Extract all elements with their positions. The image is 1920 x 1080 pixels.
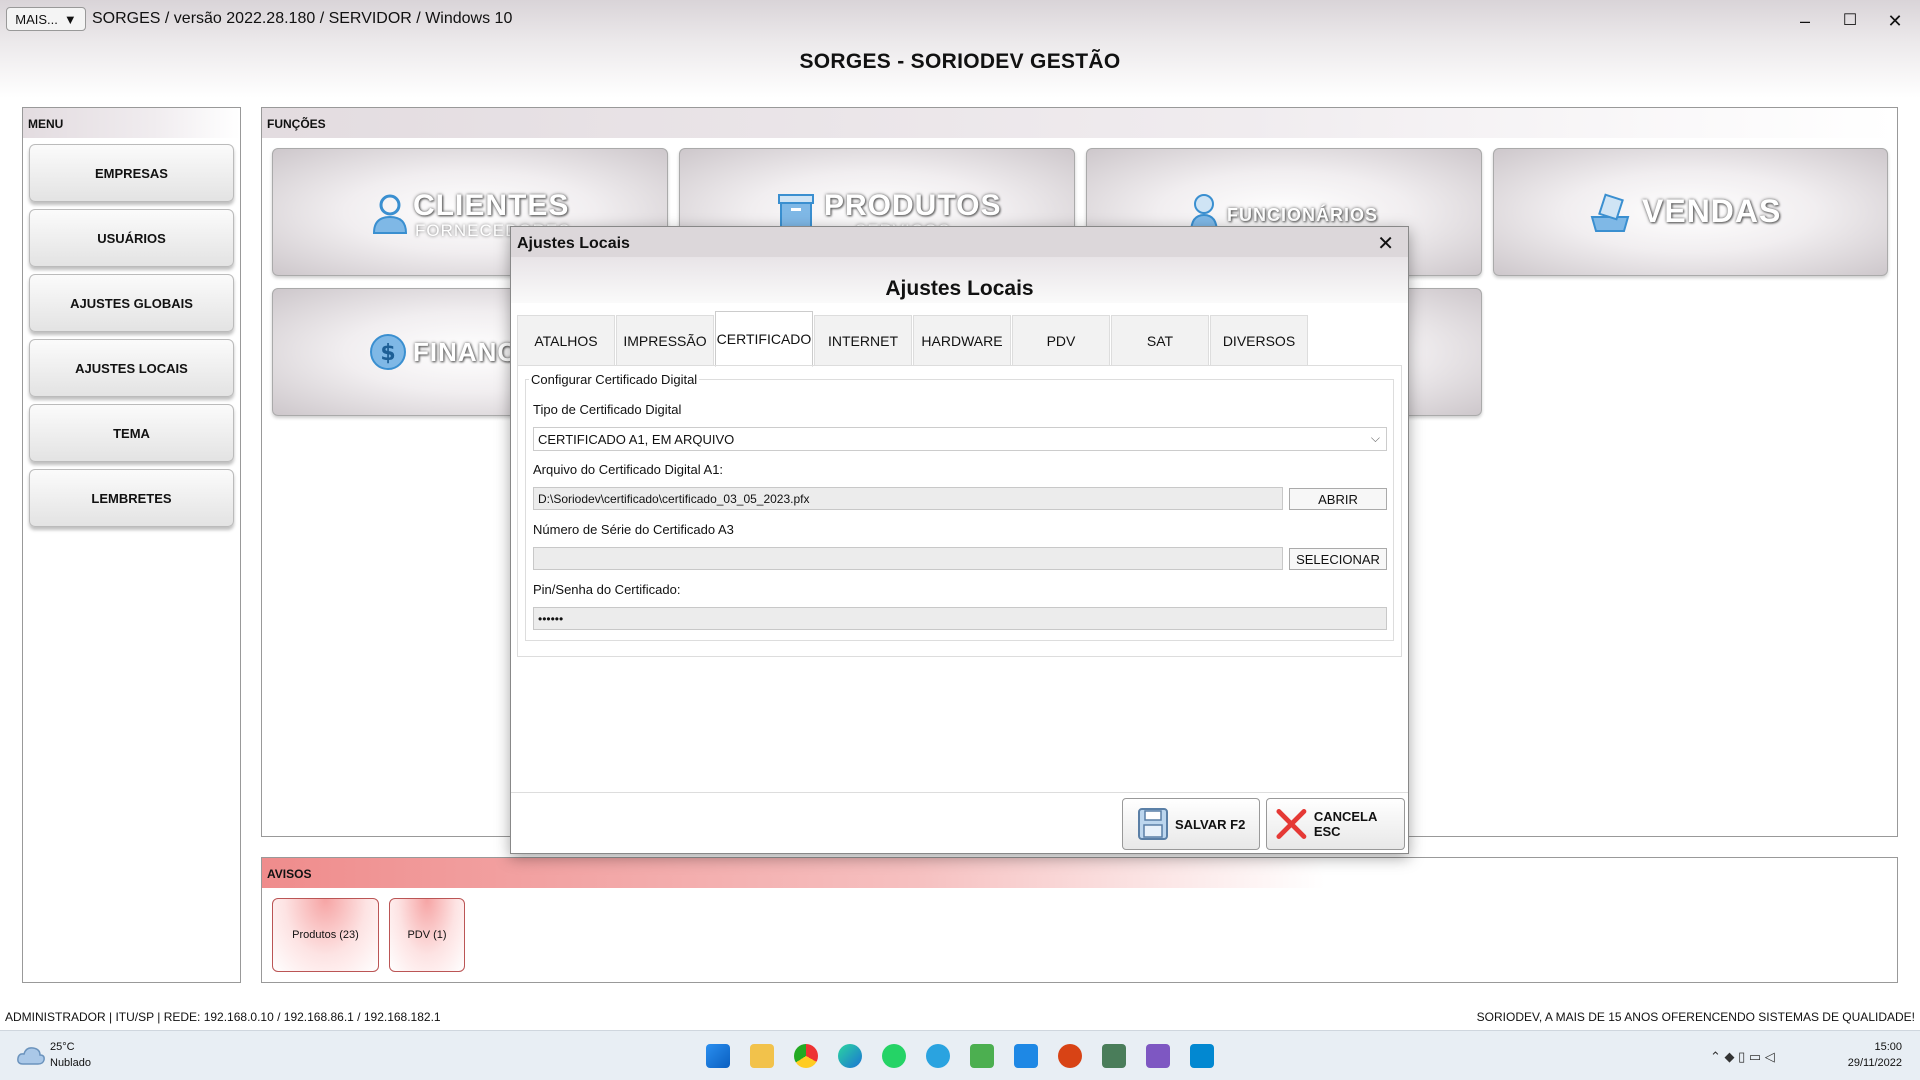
tab-hardware[interactable]: HARDWARE bbox=[913, 315, 1011, 365]
spreadsheet-icon[interactable] bbox=[970, 1044, 994, 1068]
clock-time: 15:00 bbox=[1874, 1041, 1902, 1053]
group-title: Configurar Certificado Digital bbox=[529, 372, 700, 387]
aviso-produtos-button[interactable]: Produtos (23) bbox=[272, 898, 379, 972]
person-icon bbox=[372, 194, 408, 234]
menu-tema-button[interactable]: TEMA bbox=[29, 404, 234, 462]
arquivo-certificado-field[interactable]: D:\Soriodev\certificado\certificado_03_0… bbox=[533, 487, 1283, 510]
whatsapp-icon[interactable] bbox=[882, 1044, 906, 1068]
mais-dropdown-button[interactable]: MAIS... ▼ bbox=[6, 7, 86, 31]
tab-sat[interactable]: SAT bbox=[1111, 315, 1209, 365]
funcoes-header: FUNÇÕES bbox=[262, 108, 1897, 138]
dollar-icon: $ bbox=[370, 334, 406, 370]
cancela-button[interactable]: CANCELA ESC bbox=[1266, 798, 1405, 850]
menu-header: MENU bbox=[23, 108, 240, 138]
tab-pdv[interactable]: PDV bbox=[1012, 315, 1110, 365]
chevron-down-icon: ▼ bbox=[63, 11, 77, 27]
media-icon[interactable] bbox=[1058, 1044, 1082, 1068]
red-x-icon bbox=[1276, 809, 1307, 839]
salvar-label: SALVAR F2 bbox=[1175, 816, 1246, 832]
selecionar-button[interactable]: SELECIONAR bbox=[1289, 548, 1387, 570]
tab-internet[interactable]: INTERNET bbox=[814, 315, 912, 365]
taskbar: 25°C Nublado ⌃ ◆ ▯ ▭ ◁ 15:00 29/11/2022 bbox=[0, 1030, 1920, 1080]
arquivo-certificado-label: Arquivo do Certificado Digital A1: bbox=[533, 462, 724, 477]
menu-ajustes-globais-button[interactable]: AJUSTES GLOBAIS bbox=[29, 274, 234, 332]
edge-icon[interactable] bbox=[838, 1044, 862, 1068]
serie-certificado-field[interactable] bbox=[533, 547, 1283, 570]
app-title: SORGES - SORIODEV GESTÃO bbox=[799, 50, 1121, 73]
menu-panel: MENU EMPRESAS USUÁRIOS AJUSTES GLOBAIS A… bbox=[22, 107, 241, 983]
tray-icons[interactable]: ⌃ ◆ ▯ ▭ ◁ bbox=[1710, 1049, 1775, 1065]
floppy-disk-icon bbox=[1138, 808, 1168, 840]
menu-empresas-button[interactable]: EMPRESAS bbox=[29, 144, 234, 202]
menu-lembretes-button[interactable]: LEMBRETES bbox=[29, 469, 234, 527]
video-editor-icon[interactable] bbox=[1146, 1044, 1170, 1068]
svg-text:$: $ bbox=[380, 341, 395, 366]
menu-usuarios-button[interactable]: USUÁRIOS bbox=[29, 209, 234, 267]
tab-impressao[interactable]: IMPRESSÃO bbox=[616, 315, 714, 365]
weather-temp: 25°C bbox=[50, 1041, 75, 1053]
tile-vendas-label: VENDAS bbox=[1642, 193, 1782, 229]
avisos-header: AVISOS bbox=[262, 858, 1897, 888]
cash-register-icon bbox=[1590, 193, 1630, 232]
cancela-label: CANCELA ESC bbox=[1313, 809, 1377, 839]
cloud-icon bbox=[17, 1047, 45, 1065]
app-icon[interactable] bbox=[1014, 1044, 1038, 1068]
dialog-title-bar bbox=[511, 227, 1408, 257]
abrir-button[interactable]: ABRIR bbox=[1289, 488, 1387, 510]
tipo-certificado-label: Tipo de Certificado Digital bbox=[533, 402, 682, 417]
tab-certificado[interactable]: CERTIFICADO bbox=[715, 311, 813, 367]
chrome-icon[interactable] bbox=[794, 1044, 818, 1068]
tile-funcionarios-label: FUNCIONÁRIOS bbox=[1227, 205, 1378, 225]
sorges-app-icon[interactable] bbox=[1102, 1044, 1126, 1068]
tile-clientes-label: CLIENTES bbox=[413, 189, 570, 222]
close-window-button[interactable]: ✕ bbox=[1880, 8, 1910, 34]
window-title: SORGES / versão 2022.28.180 / SERVIDOR /… bbox=[92, 10, 513, 27]
tab-atalhos[interactable]: ATALHOS bbox=[517, 315, 615, 365]
tile-produtos-label: PRODUTOS bbox=[824, 189, 1002, 222]
dialog-close-button[interactable]: ✕ bbox=[1377, 231, 1394, 256]
tab-diversos[interactable]: DIVERSOS bbox=[1210, 315, 1308, 365]
serie-certificado-label: Número de Série do Certificado A3 bbox=[533, 522, 734, 537]
mais-label: MAIS... bbox=[15, 11, 58, 27]
clock-date: 29/11/2022 bbox=[1847, 1057, 1902, 1069]
file-explorer-icon[interactable] bbox=[750, 1044, 774, 1068]
dialog-heading: Ajustes Locais bbox=[885, 277, 1034, 300]
pin-field[interactable]: •••••• bbox=[533, 607, 1387, 630]
tile-vendas[interactable]: VENDAS bbox=[1493, 148, 1888, 276]
minimize-button[interactable]: – bbox=[1790, 8, 1820, 34]
dialog-title: Ajustes Locais bbox=[517, 235, 630, 252]
telegram-icon[interactable] bbox=[926, 1044, 950, 1068]
maximize-button[interactable]: ☐ bbox=[1835, 8, 1865, 34]
footer-divider bbox=[511, 792, 1408, 793]
ajustes-locais-dialog: Ajustes Locais ✕ Ajustes Locais ATALHOS … bbox=[510, 226, 1409, 854]
salvar-button[interactable]: SALVAR F2 bbox=[1122, 798, 1260, 850]
tipo-certificado-value: CERTIFICADO A1, EM ARQUIVO bbox=[538, 432, 735, 447]
status-left: ADMINISTRADOR | ITU/SP | REDE: 192.168.0… bbox=[5, 1010, 441, 1024]
tile-financeiro-label: FINANC bbox=[413, 337, 518, 367]
menu-ajustes-locais-button[interactable]: AJUSTES LOCAIS bbox=[29, 339, 234, 397]
avisos-panel: AVISOS Produtos (23) PDV (1) bbox=[261, 857, 1898, 983]
windows-start-icon[interactable] bbox=[706, 1044, 730, 1068]
pin-label: Pin/Senha do Certificado: bbox=[533, 582, 681, 597]
weather-desc: Nublado bbox=[50, 1057, 91, 1069]
chevron-down-icon: ⌵ bbox=[1370, 431, 1380, 445]
status-right: SORIODEV, A MAIS DE 15 ANOS OFERENCENDO … bbox=[1476, 1010, 1915, 1024]
remote-desktop-icon[interactable] bbox=[1190, 1044, 1214, 1068]
aviso-pdv-button[interactable]: PDV (1) bbox=[389, 898, 465, 972]
certificado-group-box bbox=[525, 379, 1394, 641]
tipo-certificado-select[interactable]: CERTIFICADO A1, EM ARQUIVO ⌵ bbox=[533, 427, 1387, 451]
